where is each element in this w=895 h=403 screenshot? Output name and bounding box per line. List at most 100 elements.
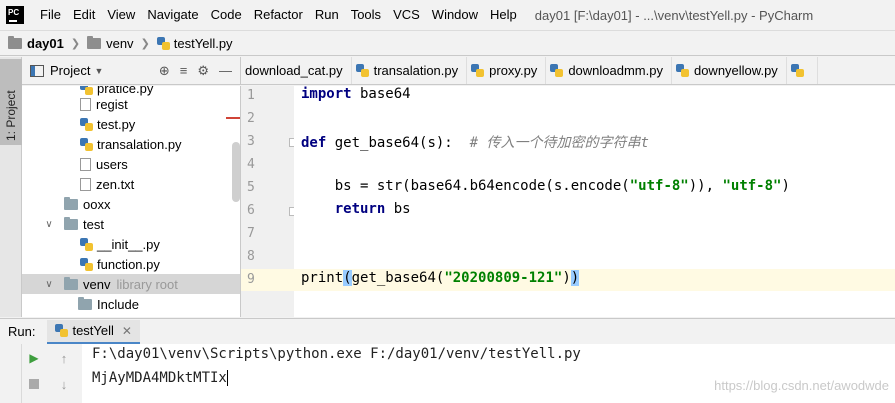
python-file-icon bbox=[355, 64, 369, 77]
folder-icon bbox=[64, 276, 78, 290]
folder-icon bbox=[64, 216, 78, 230]
text-file-icon bbox=[80, 177, 91, 191]
python-file-icon bbox=[55, 324, 69, 337]
collapse-icon[interactable]: ≡ bbox=[180, 63, 188, 78]
menu-help[interactable]: Help bbox=[484, 0, 523, 30]
project-tree: pratice.py regist test.py transalation.p… bbox=[22, 86, 240, 317]
python-file-icon bbox=[80, 257, 93, 271]
stop-icon bbox=[29, 379, 39, 389]
python-file-icon bbox=[80, 237, 93, 251]
python-file-icon bbox=[80, 137, 93, 151]
tree-item[interactable]: ooxx bbox=[22, 194, 240, 214]
hide-icon[interactable]: — bbox=[219, 63, 232, 78]
locate-icon[interactable]: ⊕ bbox=[159, 63, 170, 79]
caret-down-icon[interactable]: ▼ bbox=[94, 66, 103, 76]
menu-file[interactable]: File bbox=[34, 0, 67, 30]
text-cursor bbox=[226, 370, 228, 386]
breadcrumb-folder[interactable]: venv bbox=[87, 35, 134, 51]
tab-overflow[interactable] bbox=[787, 57, 818, 84]
menu-bar: PC File Edit View Navigate Code Refactor… bbox=[0, 0, 895, 30]
python-file-icon bbox=[80, 117, 93, 131]
breadcrumb-file[interactable]: testYell.py bbox=[156, 36, 233, 51]
error-marker bbox=[226, 117, 240, 119]
tab-downloadmm[interactable]: downloadmm.py bbox=[546, 57, 672, 84]
tree-scrollbar[interactable] bbox=[232, 142, 240, 202]
gear-icon[interactable]: ⚙ bbox=[197, 63, 209, 79]
menu-edit[interactable]: Edit bbox=[67, 0, 101, 30]
close-icon[interactable]: ✕ bbox=[122, 324, 132, 338]
chevron-down-icon[interactable]: ∨ bbox=[42, 279, 56, 290]
code-line-1: import base64 bbox=[301, 86, 411, 102]
run-toolbar: ▶ ↑ ↓ bbox=[22, 344, 82, 403]
python-file-icon bbox=[156, 36, 170, 50]
line-number: 1 bbox=[247, 88, 255, 103]
editor-tab-bar: download_cat.py transalation.py proxy.py… bbox=[240, 57, 895, 85]
line-number: 9 bbox=[247, 272, 255, 287]
code-line-5: bs = str(base64.b64encode(s.encode("utf-… bbox=[301, 178, 790, 194]
breadcrumb-project[interactable]: day01 bbox=[8, 35, 64, 51]
line-number: 7 bbox=[247, 226, 255, 241]
run-tab[interactable]: testYell ✕ bbox=[47, 319, 140, 344]
stop-button[interactable] bbox=[26, 376, 42, 392]
menu-refactor[interactable]: Refactor bbox=[248, 0, 309, 30]
arrow-down-icon[interactable]: ↓ bbox=[56, 376, 72, 392]
python-file-icon bbox=[675, 64, 689, 77]
tab-proxy[interactable]: proxy.py bbox=[467, 57, 547, 84]
line-number: 5 bbox=[247, 180, 255, 195]
window-title: day01 [F:\day01] - ...\venv\testYell.py … bbox=[534, 7, 814, 23]
arrow-up-icon[interactable]: ↑ bbox=[56, 350, 72, 366]
chevron-right-icon: ❯ bbox=[140, 37, 150, 50]
line-number: 3 bbox=[247, 134, 255, 149]
tree-item[interactable]: zen.txt bbox=[22, 174, 240, 194]
pycharm-logo-icon: PC bbox=[6, 6, 24, 24]
tree-item[interactable]: function.py bbox=[22, 254, 240, 274]
tree-item[interactable]: regist bbox=[22, 94, 240, 114]
folder-icon bbox=[87, 35, 102, 49]
tool-window-strip: 1: Project bbox=[0, 57, 22, 317]
python-file-icon bbox=[790, 64, 804, 77]
menu-tools[interactable]: Tools bbox=[345, 0, 387, 30]
folder-icon bbox=[64, 196, 78, 210]
line-number: 6 bbox=[247, 203, 255, 218]
project-panel-header: Project ▼ ⊕ ≡ ⚙ — bbox=[22, 57, 240, 85]
code-editor[interactable]: import base64 def get_base64(s): # 传入一个待… bbox=[294, 86, 895, 317]
menu-code[interactable]: Code bbox=[205, 0, 248, 30]
menu-window[interactable]: Window bbox=[426, 0, 484, 30]
line-number: 8 bbox=[247, 249, 255, 264]
tree-item[interactable]: Include bbox=[22, 294, 240, 314]
code-line-6: return bs bbox=[334, 201, 411, 217]
tree-item[interactable]: __init__.py bbox=[22, 234, 240, 254]
run-label: Run: bbox=[8, 324, 36, 339]
tree-item[interactable]: users bbox=[22, 154, 240, 174]
editor-gutter: 1 2 3 4 5 6 7 8 9 bbox=[240, 86, 295, 317]
menu-run[interactable]: Run bbox=[309, 0, 345, 30]
run-console[interactable]: F:\day01\venv\Scripts\python.exe F:/day0… bbox=[82, 344, 895, 403]
tree-item[interactable]: test.py bbox=[22, 114, 240, 134]
tree-item[interactable]: transalation.py bbox=[22, 134, 240, 154]
code-line-3: def get_base64(s): # 传入一个待加密的字符串t bbox=[301, 135, 649, 151]
project-view-selector[interactable]: Project bbox=[50, 63, 90, 78]
chevron-right-icon: ❯ bbox=[70, 37, 81, 50]
project-icon bbox=[30, 64, 44, 77]
menu-vcs[interactable]: VCS bbox=[387, 0, 426, 30]
chevron-down-icon[interactable]: ∨ bbox=[42, 219, 56, 230]
menu-navigate[interactable]: Navigate bbox=[141, 0, 204, 30]
folder-icon bbox=[8, 35, 22, 49]
console-command-line: F:\day01\venv\Scripts\python.exe F:/day0… bbox=[92, 346, 581, 362]
text-file-icon bbox=[80, 97, 91, 111]
tab-transalation[interactable]: transalation.py bbox=[352, 57, 468, 84]
project-tool-tab[interactable]: 1: Project bbox=[0, 59, 22, 145]
text-file-icon bbox=[80, 157, 91, 171]
python-file-icon bbox=[550, 64, 564, 77]
python-file-icon bbox=[471, 64, 485, 77]
watermark: https://blog.csdn.net/awodwde bbox=[714, 378, 889, 393]
tab-downyellow[interactable]: downyellow.py bbox=[672, 57, 787, 84]
folder-icon bbox=[78, 296, 92, 310]
rerun-icon[interactable]: ▶ bbox=[26, 350, 42, 366]
line-number: 4 bbox=[247, 157, 255, 172]
tree-item[interactable]: ∨ test bbox=[22, 214, 240, 234]
tree-item-selected[interactable]: ∨ venv library root bbox=[22, 274, 240, 294]
run-panel-header: Run: testYell ✕ bbox=[0, 318, 895, 344]
menu-view[interactable]: View bbox=[101, 0, 141, 30]
tab-download-cat[interactable]: download_cat.py bbox=[241, 57, 352, 84]
